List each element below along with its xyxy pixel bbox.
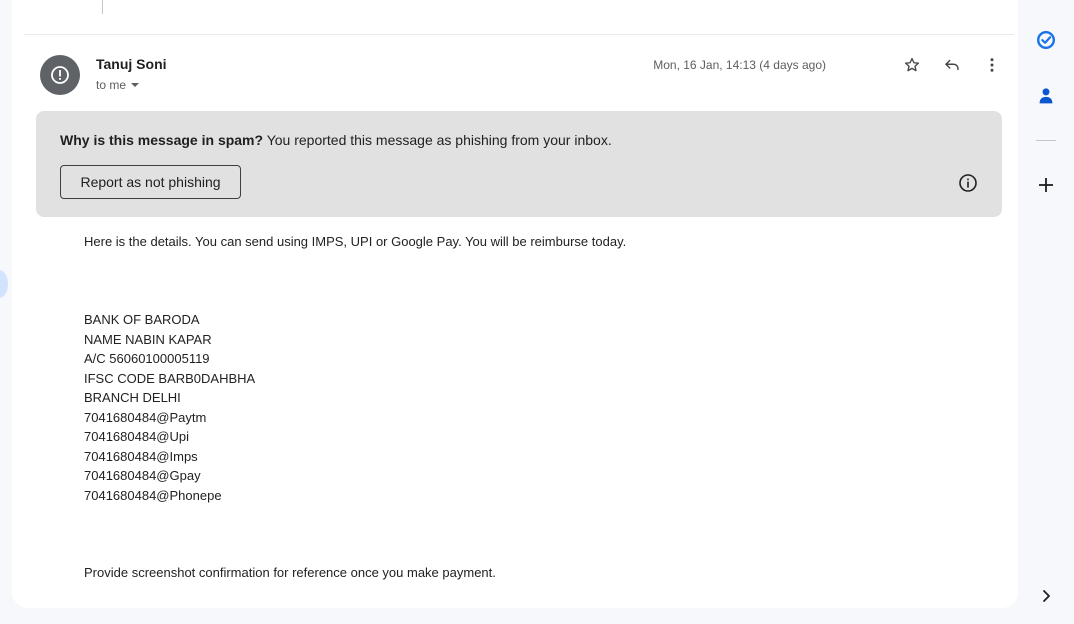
detail-line: 7041680484@Upi	[84, 429, 190, 444]
report-not-phishing-button[interactable]: Report as not phishing	[60, 165, 241, 199]
warning-icon	[51, 66, 69, 84]
spam-reason: You reported this message as phishing fr…	[266, 132, 612, 148]
detail-line: A/C 56060100005119	[84, 351, 210, 366]
recipient-details-toggle[interactable]: to me	[96, 78, 140, 92]
star-button[interactable]	[896, 49, 928, 81]
get-addons-button[interactable]	[1032, 171, 1060, 199]
detail-line: 7041680484@Paytm	[84, 409, 207, 425]
star-icon	[904, 57, 920, 72]
tasks-button[interactable]	[1032, 26, 1060, 54]
message-date[interactable]: Mon, 16 Jan, 14:13 (4 days ago)	[653, 58, 826, 72]
chevron-down-icon	[131, 83, 140, 87]
chevron-right-icon	[1043, 590, 1050, 602]
contacts-button[interactable]	[1032, 82, 1060, 110]
thread-connector-line	[102, 0, 103, 14]
detail-line: 7041680484@Imps	[84, 448, 198, 464]
sender-name[interactable]: Tanuj Soni	[96, 56, 167, 72]
detail-line: IFSC CODE BARB0DAHBHA	[84, 370, 256, 386]
tasks-icon	[1037, 31, 1055, 49]
message-card: Tanuj Soni to me Mon, 16 Jan, 14:13 (4 d…	[12, 0, 1018, 608]
detail-line: NAME NABIN KAPAR	[84, 331, 212, 347]
reply-button[interactable]	[936, 49, 968, 81]
more-options-button[interactable]	[976, 49, 1008, 81]
spam-heading: Why is this message in spam?	[60, 132, 264, 148]
message-divider	[24, 34, 1014, 35]
side-panel-handle[interactable]	[0, 270, 8, 298]
sender-avatar[interactable]	[40, 55, 80, 95]
reply-icon	[945, 59, 959, 71]
recipient-label: to me	[96, 78, 127, 92]
payment-details: BANK OF BARODA NAME NABIN KAPAR A/C 5606…	[84, 310, 255, 505]
show-side-panel-button[interactable]	[1032, 582, 1060, 610]
detail-line: 7041680484@Gpay	[84, 468, 201, 483]
detail-line: 7041680484@Phonepe	[84, 487, 222, 503]
message-closing: Provide screenshot confirmation for refe…	[84, 565, 496, 580]
rail-divider	[1036, 140, 1056, 141]
spam-explanation: Why is this message in spam? You reporte…	[60, 132, 612, 148]
detail-line: BANK OF BARODA	[84, 312, 200, 327]
more-vert-icon	[990, 58, 994, 72]
spam-info-button[interactable]	[958, 173, 978, 193]
info-icon	[959, 174, 977, 192]
contacts-icon	[1039, 88, 1053, 104]
detail-line: BRANCH DELHI	[84, 390, 181, 405]
side-panel-rail	[1018, 0, 1074, 624]
message-intro: Here is the details. You can send using …	[84, 234, 627, 249]
spam-warning-banner: Why is this message in spam? You reporte…	[36, 111, 1002, 217]
add-icon	[1039, 178, 1053, 192]
